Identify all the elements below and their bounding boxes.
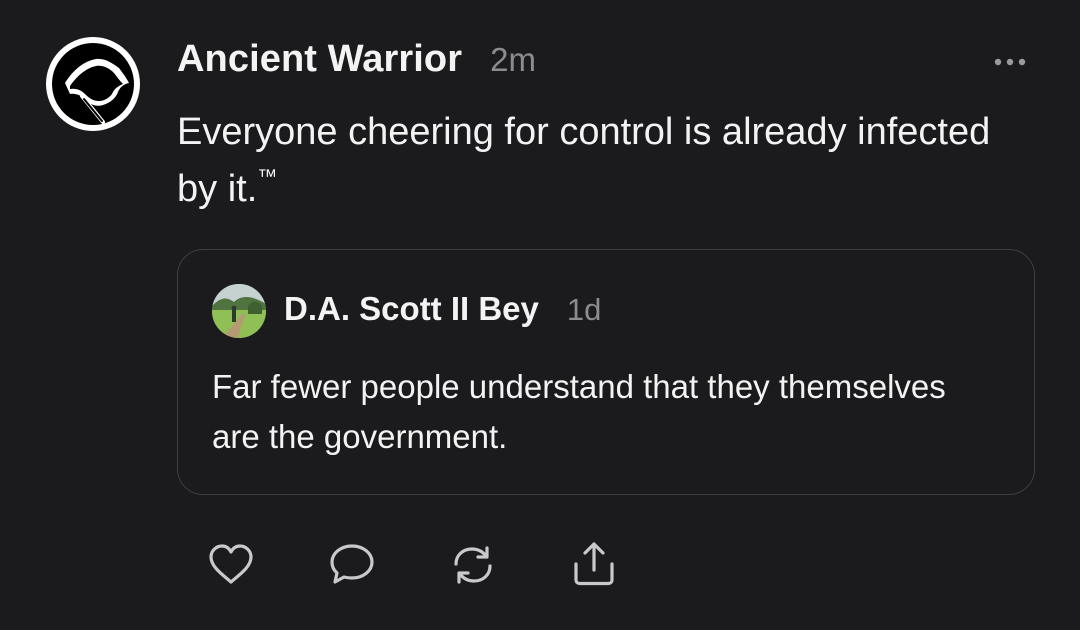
more-options-button[interactable]: [985, 48, 1035, 76]
post-actions: [206, 540, 619, 590]
quoted-author-name[interactable]: D.A. Scott II Bey: [284, 290, 539, 328]
share-button[interactable]: [569, 540, 619, 590]
author-name[interactable]: Ancient Warrior: [177, 38, 462, 81]
comment-icon: [330, 544, 374, 584]
repost-button[interactable]: [448, 540, 498, 590]
post-timestamp: 2m: [490, 41, 536, 78]
black-flag-icon: [52, 43, 134, 125]
share-icon: [574, 542, 614, 586]
reply-button[interactable]: [327, 540, 377, 590]
quoted-post-timestamp: 1d: [566, 292, 602, 327]
post-header: Ancient Warrior 2m: [177, 38, 536, 86]
quoted-post-header: D.A. Scott II Bey 1d: [284, 290, 601, 334]
post: Ancient Warrior 2m Everyone cheering for…: [0, 0, 1080, 630]
quoted-post-text: Far fewer people understand that they th…: [212, 368, 946, 455]
more-horizontal-icon: [994, 58, 1026, 66]
quoted-author-avatar[interactable]: [212, 284, 266, 338]
post-text: Everyone cheering for control is already…: [177, 104, 997, 218]
repost-icon: [454, 546, 492, 584]
quoted-post-card[interactable]: D.A. Scott II Bey 1d Far fewer people un…: [177, 249, 1035, 495]
post-body: Everyone cheering for control is already…: [177, 111, 991, 210]
heart-icon: [209, 544, 253, 584]
trademark-symbol: ™: [257, 166, 278, 188]
author-avatar[interactable]: [46, 37, 140, 131]
like-button[interactable]: [206, 540, 256, 590]
landscape-photo-avatar: [212, 284, 266, 338]
